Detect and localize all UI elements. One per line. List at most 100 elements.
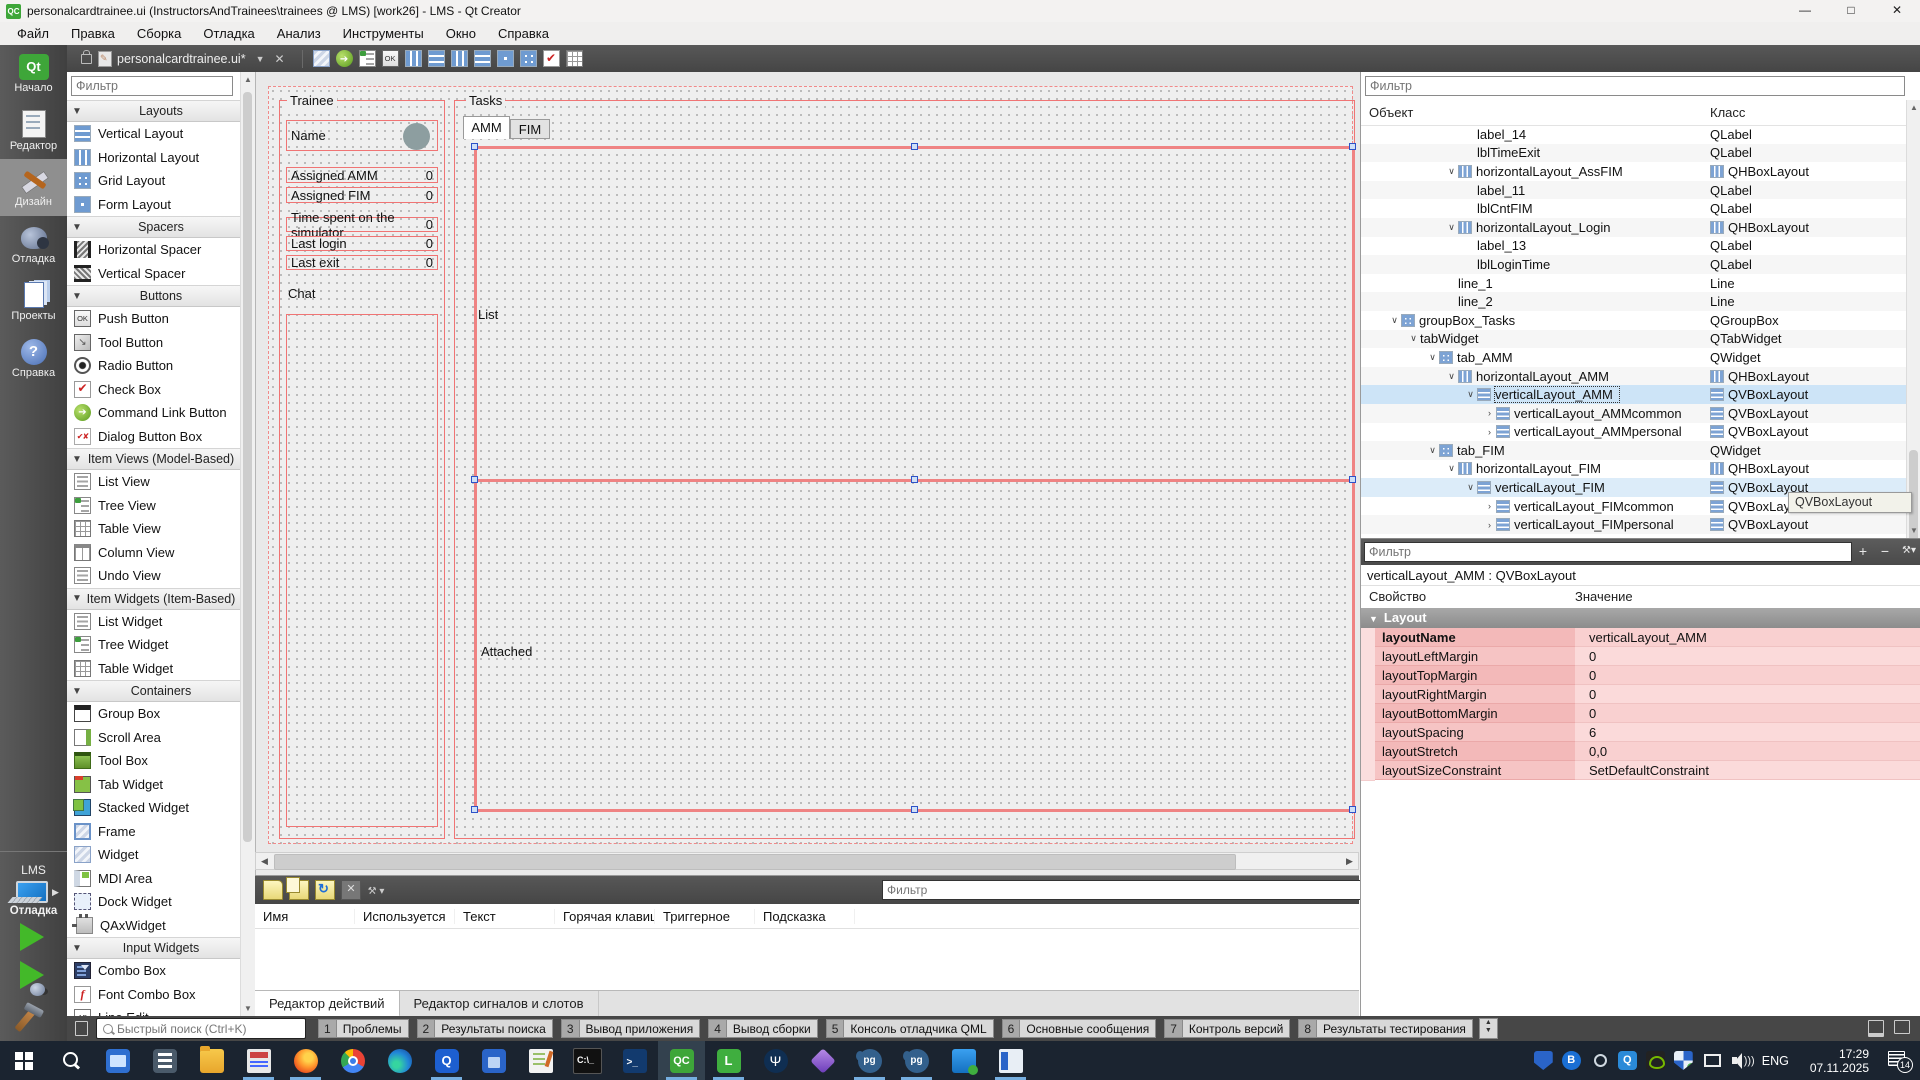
tray-bluetooth-icon[interactable]: B (1562, 1051, 1581, 1070)
widget-item[interactable]: Widget (67, 843, 255, 867)
property-row[interactable]: layoutTopMargin0 (1361, 666, 1920, 685)
menu-item[interactable]: Инструменты (332, 24, 435, 43)
trainee-field-box[interactable]: Time spent on the simulator0 (286, 217, 438, 232)
output-pane-button[interactable]: 4Вывод сборки (708, 1019, 817, 1038)
edit-taborder-icon[interactable] (382, 50, 399, 67)
menu-item[interactable]: Сборка (126, 24, 193, 43)
widget-item[interactable]: Undo View (67, 564, 255, 588)
widget-item[interactable]: MDI Area (67, 867, 255, 891)
taskbar-explorer-icon[interactable] (188, 1041, 235, 1080)
update-action-icon[interactable] (315, 880, 335, 900)
output-pane-button[interactable]: 7Контроль версий (1164, 1019, 1290, 1038)
selection-handle[interactable] (911, 143, 918, 150)
inspector-row[interactable]: lblTimeExitQLabel (1361, 144, 1907, 163)
delete-action-icon[interactable] (341, 880, 361, 900)
run-button[interactable] (20, 923, 44, 951)
action-column-header[interactable]: Горячая клавиш (555, 909, 655, 924)
notification-center-icon[interactable]: 14 (1888, 1051, 1910, 1071)
open-document-selector[interactable]: personalcardtrainee.ui* (117, 52, 246, 66)
widget-item[interactable]: Combo Box (67, 959, 255, 983)
tray-defender-icon[interactable] (1674, 1051, 1693, 1070)
chevron-icon[interactable]: ∨ (1445, 222, 1458, 233)
widget-item[interactable]: Table View (67, 517, 255, 541)
property-row[interactable]: layoutNameverticalLayout_AMM (1361, 628, 1920, 647)
adjust-size-icon[interactable] (566, 50, 583, 67)
menu-item[interactable]: Справка (487, 24, 560, 43)
scroll-down-icon[interactable]: ▼ (1910, 526, 1918, 535)
selection-handle[interactable] (1349, 476, 1356, 483)
name-field-box[interactable]: Name (286, 120, 438, 151)
widget-item[interactable]: Tree View (67, 494, 255, 518)
output-pane-button[interactable]: 3Вывод приложения (561, 1019, 700, 1038)
taskbar-powershell-icon[interactable] (611, 1041, 658, 1080)
inspector-filter-input[interactable] (1365, 76, 1905, 96)
inspector-row[interactable]: ∨tab_FIMQWidget (1361, 441, 1907, 460)
widget-item[interactable]: Vertical Spacer (67, 262, 255, 286)
minimize-output-icon[interactable] (1868, 1020, 1884, 1037)
tray-network-icon[interactable] (1702, 1051, 1721, 1070)
inspector-row[interactable]: label_14QLabel (1361, 125, 1907, 144)
widget-item[interactable]: Scroll Area (67, 726, 255, 750)
taskbar-panel-app-icon[interactable] (987, 1041, 1034, 1080)
selection-handle[interactable] (471, 806, 478, 813)
inspector-row[interactable]: lblLoginTimeQLabel (1361, 255, 1907, 274)
property-row[interactable]: layoutBottomMargin0 (1361, 704, 1920, 723)
expand-output-icon[interactable] (1894, 1020, 1910, 1034)
inspector-row[interactable]: ∨horizontalLayout_FIMQHBoxLayout (1361, 460, 1907, 479)
inspector-row[interactable]: ›verticalLayout_AMMcommonQVBoxLayout (1361, 404, 1907, 423)
selection-handle[interactable] (1349, 806, 1356, 813)
scroll-up-icon[interactable]: ▲ (241, 75, 255, 84)
trainee-field-box[interactable]: Last exit0 (286, 255, 438, 270)
widget-item[interactable]: Vertical Layout (67, 122, 255, 146)
widget-item[interactable]: Grid Layout (67, 169, 255, 193)
inspector-scrollbar[interactable]: ▲ ▼ (1906, 100, 1920, 538)
widget-item[interactable]: Font Combo Box (67, 983, 255, 1007)
scroll-right-icon[interactable]: ▶ (1341, 853, 1358, 869)
chat-area-box[interactable] (286, 314, 438, 827)
inspector-row[interactable]: ∨tab_AMMQWidget (1361, 348, 1907, 367)
language-indicator[interactable]: ENG (1762, 1054, 1789, 1068)
close-button[interactable]: ✕ (1874, 0, 1920, 22)
layout-splitter-h-icon[interactable] (451, 50, 468, 67)
selection-handle[interactable] (911, 806, 918, 813)
widget-item[interactable]: List Widget (67, 610, 255, 634)
column-object[interactable]: Объект (1369, 105, 1413, 120)
menu-item[interactable]: Окно (435, 24, 487, 43)
inspector-row[interactable]: line_2Line (1361, 292, 1907, 311)
taskbar-app-q-icon[interactable]: Q (423, 1041, 470, 1080)
close-document-icon[interactable]: ✕ (274, 52, 284, 66)
break-layout-icon[interactable] (543, 50, 560, 67)
inspector-row[interactable]: ›verticalLayout_AMMpersonalQVBoxLayout (1361, 423, 1907, 442)
scroll-up-icon[interactable]: ▲ (1907, 103, 1920, 112)
document-dropdown-icon[interactable]: ▼ (256, 54, 265, 64)
widget-item[interactable]: Horizontal Spacer (67, 238, 255, 262)
maximize-button[interactable]: □ (1828, 0, 1874, 22)
tray-quassel-icon[interactable]: Q (1618, 1051, 1637, 1070)
taskbar-mail-icon[interactable] (94, 1041, 141, 1080)
chevron-icon[interactable]: ∨ (1445, 371, 1458, 382)
locator-search[interactable]: Быстрый поиск (Ctrl+K) (96, 1018, 306, 1039)
chevron-icon[interactable]: ∨ (1445, 166, 1458, 177)
chevron-icon[interactable]: › (1483, 501, 1496, 511)
scrollbar-thumb[interactable] (243, 92, 252, 842)
taskbar-cmd-icon[interactable] (564, 1041, 611, 1080)
taskbar-edge-icon[interactable] (376, 1041, 423, 1080)
taskbar-firefox-icon[interactable] (282, 1041, 329, 1080)
mode-item-editor[interactable]: Редактор (0, 102, 67, 159)
scroll-left-icon[interactable]: ◀ (256, 853, 273, 869)
kit-expand-icon[interactable]: ▶ (52, 887, 59, 898)
layout-vertical-icon[interactable] (428, 50, 445, 67)
widget-section-header[interactable]: ▼Buttons (67, 285, 255, 307)
property-row[interactable]: layoutLeftMargin0 (1361, 647, 1920, 666)
column-value[interactable]: Значение (1575, 589, 1633, 604)
configure-icon[interactable] (367, 881, 385, 899)
property-value[interactable]: 0,0 (1575, 742, 1920, 761)
menu-item[interactable]: Отладка (192, 24, 265, 43)
minimize-button[interactable]: — (1782, 0, 1828, 22)
property-row[interactable]: layoutStretch0,0 (1361, 742, 1920, 761)
property-value[interactable]: 0 (1575, 704, 1920, 723)
tray-vpn-shield-icon[interactable] (1534, 1051, 1553, 1070)
widget-section-header[interactable]: ▼Containers (67, 680, 255, 702)
property-row[interactable]: layoutSpacing6 (1361, 723, 1920, 742)
mode-item-welcome[interactable]: QtНачало (0, 45, 67, 102)
